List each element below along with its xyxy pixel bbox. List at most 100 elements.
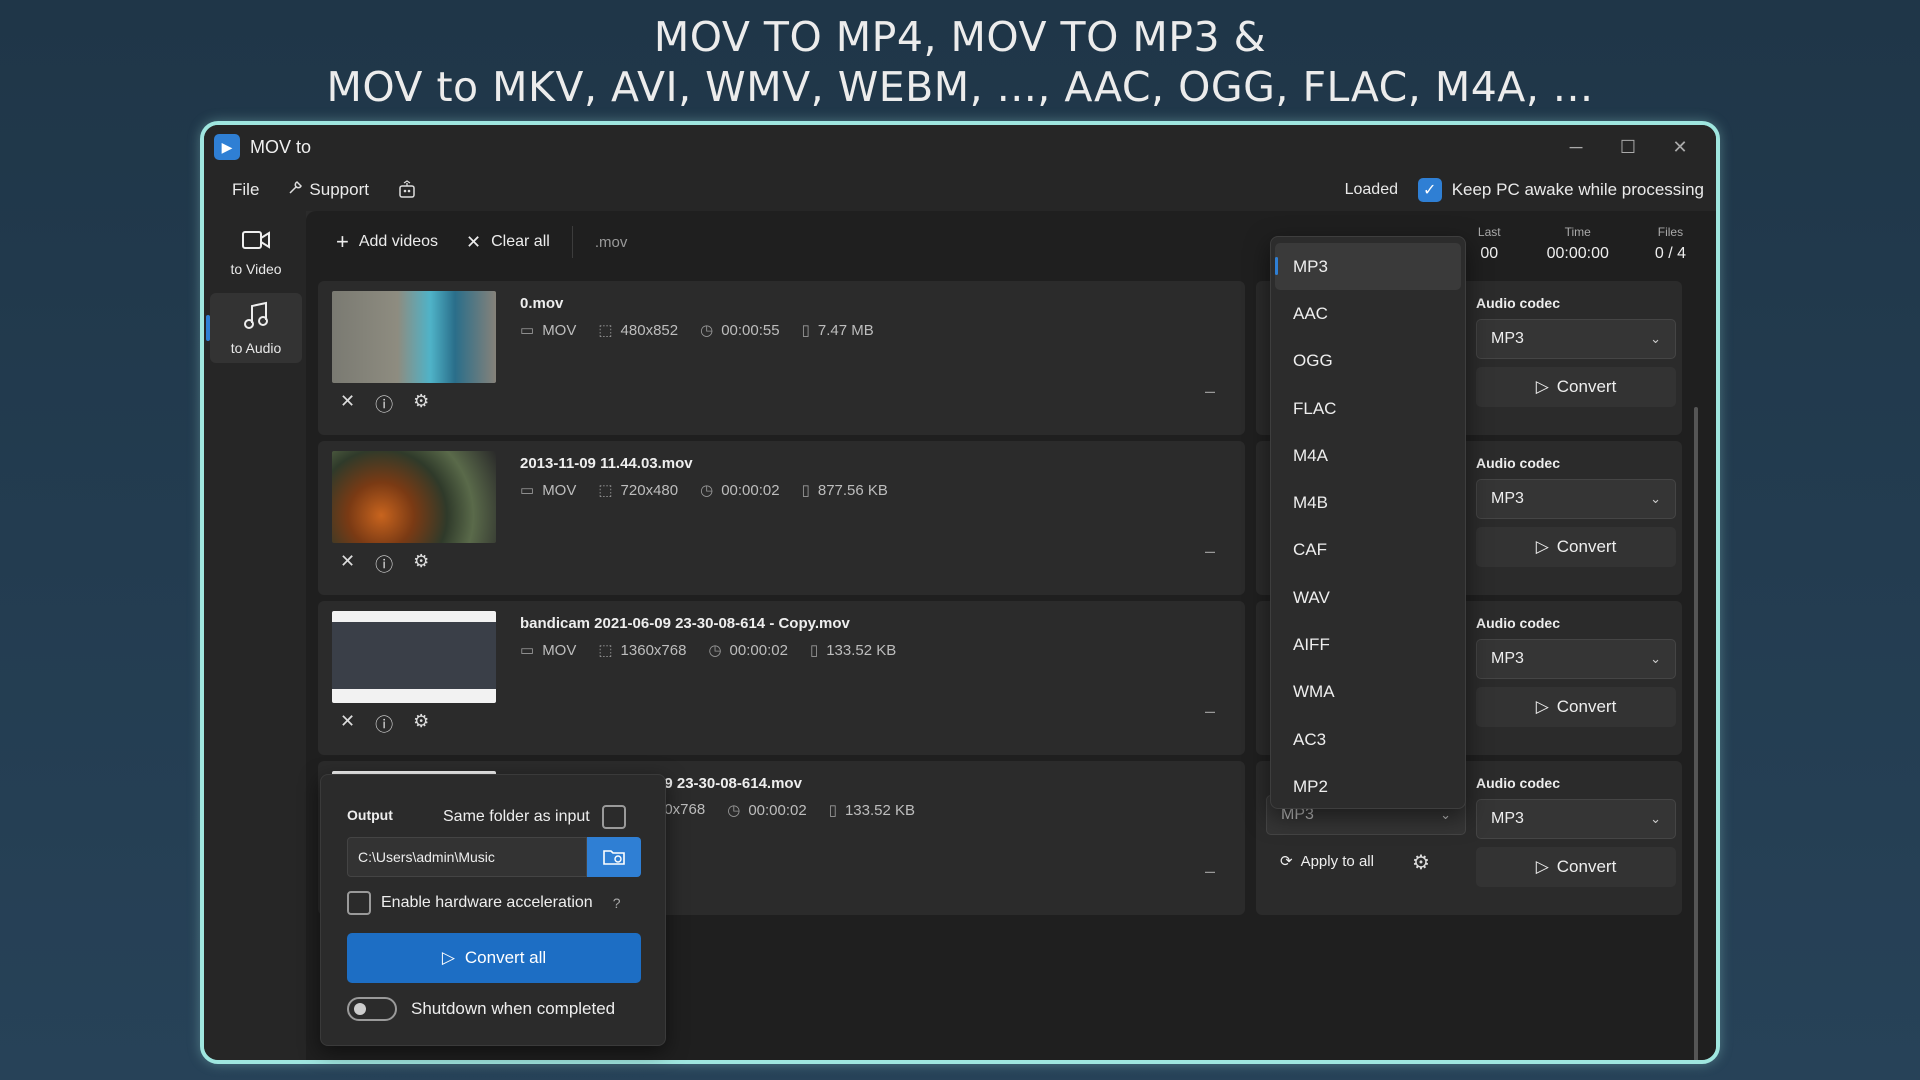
same-folder-option[interactable]: Same folder as input [443,805,626,829]
menu-support-label: Support [309,180,369,199]
keep-awake-option[interactable]: ✓ Keep PC awake while processing [1417,178,1704,202]
hardware-acceleration-checkbox[interactable] [347,891,371,915]
file-settings-icon[interactable]: ⚙ [413,391,429,417]
menu-support[interactable]: Support [273,180,383,201]
resolution-icon: ⬚ [598,322,613,339]
file-status-dash: – [1204,861,1215,881]
video-icon: ▭ [520,482,535,499]
file-name: 09 23-30-08-614.mov [656,775,802,792]
stat-value: 0 / 4 [1654,245,1686,262]
plus-icon: + [336,229,349,254]
file-resolution: ⬚ 720x480 [598,481,678,499]
chevron-down-icon: ⌄ [1650,331,1661,346]
dropdown-option-mp3[interactable]: MP3 [1275,243,1461,291]
gear-icon[interactable]: ⚙ [1412,850,1430,875]
music-note-icon [242,301,270,334]
same-folder-checkbox[interactable] [601,805,626,829]
file-duration-value: 00:00:02 [748,802,807,819]
stat-value: 00 [1480,245,1499,262]
file-duration: ◷ 00:00:02 [727,801,806,819]
file-format: ▭ MOV [520,641,576,659]
minimize-button[interactable]: ─ [1550,129,1602,165]
scrollbar[interactable] [1694,407,1698,1060]
dropdown-option-wma[interactable]: WMA [1275,669,1461,716]
convert-button[interactable]: ▷ Convert [1476,687,1676,727]
status-text: Loaded [1344,181,1398,198]
convert-button[interactable]: ▷ Convert [1476,847,1676,887]
chevron-down-icon: ⌄ [1650,651,1661,666]
hardware-acceleration-label: Enable hardware acceleration [381,894,593,911]
convert-label: Convert [1556,857,1617,876]
info-icon[interactable]: ⓘ [375,391,393,417]
file-settings-icon[interactable]: ⚙ [413,551,429,577]
dropdown-option-ac3[interactable]: AC3 [1275,716,1461,763]
dropdown-option-m4b[interactable]: M4B [1275,479,1461,526]
audio-codec-value: MP3 [1491,650,1524,667]
dropdown-option-ogg[interactable]: OGG [1275,338,1461,385]
wrench-icon [287,180,303,201]
info-icon[interactable]: ⓘ [375,551,393,577]
shutdown-toggle[interactable] [347,997,397,1021]
convert-all-label: Convert all [464,948,547,967]
title-bar: ▶ MOV to ─ ☐ ✕ [204,125,1716,169]
menu-bar: File Support Loaded ✓ Keep PC awake whil… [204,169,1716,211]
remove-icon[interactable]: ✕ [340,711,355,737]
file-name: 0.mov [520,295,564,312]
file-format-value: MOV [542,322,577,339]
video-thumbnail [332,291,496,383]
sidebar-item-to-video[interactable]: to Video [210,217,302,287]
hardware-acceleration-option[interactable]: Enable hardware acceleration ? [347,891,620,915]
audio-codec-select[interactable]: MP3 ⌄ [1476,639,1676,679]
apply-to-all-button[interactable]: ⟳ Apply to all [1280,852,1374,871]
file-row: bandicam 2021-06-09 23-30-08-614 - Copy.… [318,601,1245,755]
file-size: ▯ 7.47 MB [802,321,874,339]
app-logo-icon: ▶ [214,134,240,160]
file-settings-icon[interactable]: ⚙ [413,711,429,737]
convert-button[interactable]: ▷ Convert [1476,527,1676,567]
checkmark-icon[interactable]: ✓ [1417,178,1442,202]
clear-all-button[interactable]: ✕ Clear all [452,232,564,253]
convert-all-button[interactable]: ▷ Convert all [347,933,641,983]
dropdown-option-m4a[interactable]: M4A [1275,432,1461,479]
sidebar-item-to-audio[interactable]: to Audio [206,293,302,363]
extension-filter: .mov [594,233,628,251]
menu-file[interactable]: File [218,180,273,200]
dropdown-option-mp2[interactable]: MP2 [1275,763,1461,810]
remove-icon[interactable]: ✕ [340,391,355,417]
info-icon[interactable]: ⓘ [375,711,393,737]
add-videos-button[interactable]: + Add videos [322,229,452,255]
convert-button[interactable]: ▷ Convert [1476,367,1676,407]
help-icon[interactable]: ? [613,895,621,911]
dropdown-option-flac[interactable]: FLAC [1275,385,1461,432]
video-camera-icon [241,228,271,255]
sidebar-item-label: to Video [230,260,282,277]
file-status-dash: – [1204,701,1215,721]
close-button[interactable]: ✕ [1654,129,1706,165]
audio-codec-select[interactable]: MP3 ⌄ [1476,799,1676,839]
dropdown-option-aiff[interactable]: AIFF [1275,621,1461,668]
video-thumbnail [332,611,496,703]
audio-codec-select[interactable]: MP3 ⌄ [1476,479,1676,519]
audio-codec-label: Audio codec [1476,295,1561,311]
convert-label: Convert [1556,377,1617,396]
file-duration: ◷ 00:00:55 [700,321,779,339]
format-dropdown: MP3 AAC OGG FLAC M4A M4B CAF WAV AIFF WM… [1270,236,1466,809]
file-icon: ▯ [809,642,819,659]
audio-codec-select[interactable]: MP3 ⌄ [1476,319,1676,359]
output-label: Output [347,807,393,823]
resolution-icon: ⬚ [598,482,613,499]
play-icon: ▷ [1535,537,1549,556]
keep-awake-label: Keep PC awake while processing [1451,180,1704,199]
output-path-input[interactable]: C:\Users\admin\Music [347,837,587,877]
remove-icon[interactable]: ✕ [340,551,355,577]
dropdown-option-caf[interactable]: CAF [1275,527,1461,574]
maximize-button[interactable]: ☐ [1602,129,1654,165]
shutdown-label: Shutdown when completed [411,999,616,1018]
clock-icon: ◷ [708,642,722,659]
stat-label: Time [1564,225,1591,239]
shutdown-option[interactable]: Shutdown when completed [347,997,615,1021]
dropdown-option-aac[interactable]: AAC [1275,290,1461,337]
folder-open-icon[interactable] [587,837,641,877]
dropdown-option-wav[interactable]: WAV [1275,574,1461,621]
feedback-icon[interactable] [383,180,431,200]
